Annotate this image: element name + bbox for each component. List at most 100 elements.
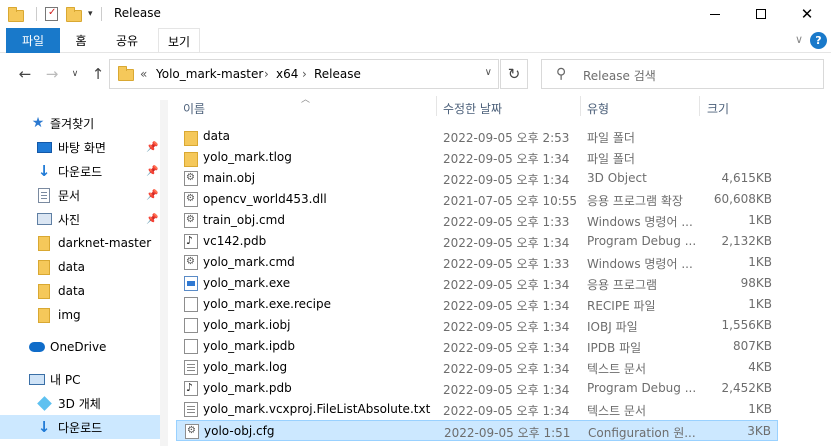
breadcrumb-separator[interactable]: ›: [302, 67, 307, 81]
properties-icon[interactable]: ✓: [45, 7, 58, 21]
file-row[interactable]: yolo_mark.tlog 2022-09-05 오후 1:34 파일 폴더: [176, 147, 778, 168]
file-type: Windows 명령어 ...: [587, 257, 693, 271]
sidebar-item-pictures[interactable]: 사진 📌: [0, 207, 168, 231]
file-name: vc142.pdb: [203, 234, 267, 248]
file-row[interactable]: yolo_mark.iobj 2022-09-05 오후 1:34 IOBJ 파일 1…: [176, 315, 778, 336]
sidebar-item-downloads[interactable]: ↓ 다운로드 📌: [0, 159, 168, 183]
help-button[interactable]: ?: [810, 32, 827, 49]
debug-file-icon: [184, 381, 198, 396]
sidebar-item-this-pc[interactable]: 내 PC: [0, 367, 168, 391]
sort-ascending-icon: ︿: [301, 95, 311, 105]
breadcrumb-item[interactable]: Release: [314, 67, 361, 81]
file-row[interactable]: yolo_mark.vcxproj.FileListAbsolute.txt 20…: [176, 399, 778, 420]
file-name: yolo-obj.cfg: [204, 424, 275, 438]
folder-icon: [184, 131, 198, 146]
file-type: IOBJ 파일: [587, 320, 638, 334]
file-size: 807KB: [732, 339, 772, 353]
maximize-button[interactable]: [738, 0, 784, 28]
sidebar-item-data[interactable]: data: [0, 255, 168, 279]
column-header-name[interactable]: 이름: [183, 100, 205, 116]
file-row[interactable]: main.obj 2022-09-05 오후 1:34 3D Object 4,615…: [176, 168, 778, 189]
folder-icon: [118, 66, 134, 81]
back-button[interactable]: ←: [14, 63, 36, 85]
close-button[interactable]: ✕: [784, 0, 830, 28]
sidebar-item-label: 다운로드: [58, 420, 103, 435]
sidebar-item-documents[interactable]: 문서 📌: [0, 183, 168, 207]
folder-icon: [8, 7, 24, 22]
search-input[interactable]: Release 검색: [583, 67, 656, 84]
tab-file[interactable]: 파일: [6, 28, 60, 53]
file-row[interactable]: opencv_world453.dll 2021-07-05 오후 10:55 응용…: [176, 189, 778, 210]
file-row[interactable]: yolo_mark.cmd 2022-09-05 오후 1:33 Windows 명…: [176, 252, 778, 273]
breadcrumb-item[interactable]: x64: [276, 67, 298, 81]
column-header-size[interactable]: 크기: [707, 100, 729, 116]
recent-locations-button[interactable]: ∨: [64, 63, 86, 85]
refresh-button[interactable]: ↻: [500, 59, 528, 89]
title-bar: ✓ ▾ Release ✕: [0, 0, 831, 28]
chevron-down-icon[interactable]: ∨: [485, 67, 492, 78]
file-name: main.obj: [203, 171, 256, 185]
file-row[interactable]: train_obj.cmd 2022-09-05 오후 1:33 Windows 명…: [176, 210, 778, 231]
address-bar[interactable]: « Yolo_mark-master › x64 › Release ∨: [109, 59, 499, 89]
sidebar-item-label: data: [58, 260, 86, 274]
column-divider[interactable]: [699, 96, 700, 116]
pin-icon[interactable]: 📌: [146, 190, 158, 201]
file-type: 텍스트 문서: [587, 362, 647, 376]
file-row[interactable]: vc142.pdb 2022-09-05 오후 1:34 Program Debug…: [176, 231, 778, 252]
file-name: yolo_mark.tlog: [203, 150, 292, 164]
folder-icon: [36, 283, 52, 299]
search-box[interactable]: ⚲ Release 검색: [541, 59, 824, 89]
sidebar-item-data[interactable]: data: [0, 279, 168, 303]
tab-home[interactable]: 홈: [66, 28, 96, 53]
separator: [100, 7, 102, 21]
ribbon-tabs: 파일 홈 공유 보기 ∨ ?: [0, 28, 831, 53]
column-divider[interactable]: [580, 96, 581, 116]
arrow-up-icon: ↑: [91, 65, 105, 83]
sidebar-item-quick-access[interactable]: ★ 즐겨찾기: [0, 111, 168, 135]
file-row[interactable]: yolo_mark.log 2022-09-05 오후 1:34 텍스트 문서 4KB: [176, 357, 778, 378]
sidebar-item-label: img: [58, 308, 81, 322]
column-header-type[interactable]: 유형: [587, 100, 609, 116]
sidebar-item-desktop[interactable]: 바탕 화면 📌: [0, 135, 168, 159]
ribbon-expand-icon[interactable]: ∨: [795, 33, 803, 46]
breadcrumb-item[interactable]: Yolo_mark-master: [156, 67, 263, 81]
file-row[interactable]: yolo_mark.pdb 2022-09-05 오후 1:34 Program D…: [176, 378, 778, 399]
pin-icon[interactable]: 📌: [146, 142, 158, 153]
customize-toolbar-icon[interactable]: ▾: [88, 9, 93, 19]
forward-button[interactable]: →: [41, 63, 63, 85]
sidebar-item-downloads[interactable]: ↓ 다운로드: [0, 415, 160, 439]
file-row[interactable]: yolo-obj.cfg 2022-09-05 오후 1:51 Configurat…: [176, 420, 778, 441]
breadcrumb-overflow[interactable]: «: [140, 67, 147, 81]
file-row[interactable]: yolo_mark.exe.recipe 2022-09-05 오후 1:34 RE…: [176, 294, 778, 315]
sidebar-item-3d-objects[interactable]: 3D 개체: [0, 391, 168, 415]
pin-icon[interactable]: 📌: [146, 214, 158, 225]
file-size: 98KB: [740, 276, 772, 290]
minimize-button[interactable]: [692, 0, 738, 28]
quick-access-toolbar: ✓ ▾: [8, 5, 102, 23]
up-button[interactable]: ↑: [87, 63, 109, 85]
file-name: yolo_mark.exe.recipe: [203, 297, 331, 311]
column-header-date[interactable]: 수정한 날짜: [443, 100, 502, 116]
file-name: train_obj.cmd: [203, 213, 285, 227]
pin-icon[interactable]: 📌: [146, 166, 158, 177]
column-divider[interactable]: [436, 96, 437, 116]
file-row[interactable]: yolo_mark.exe 2022-09-05 오후 1:34 응용 프로그램 98…: [176, 273, 778, 294]
file-date: 2022-09-05 오후 1:34: [443, 152, 570, 166]
file-row[interactable]: yolo_mark.ipdb 2022-09-05 오후 1:34 IPDB 파일 8…: [176, 336, 778, 357]
settings-file-icon: [184, 213, 198, 228]
sidebar-scrollbar[interactable]: [160, 100, 168, 446]
tab-share[interactable]: 공유: [106, 28, 148, 53]
sidebar-item-darknet-master[interactable]: darknet-master: [0, 231, 168, 255]
file-icon: [184, 318, 198, 333]
file-size: 1KB: [748, 402, 772, 416]
file-date: 2022-09-05 오후 1:34: [443, 404, 570, 418]
settings-file-icon: [184, 192, 198, 207]
breadcrumb-separator[interactable]: ›: [264, 67, 269, 81]
sidebar-item-img[interactable]: img: [0, 303, 168, 327]
file-row[interactable]: data 2022-09-05 오후 2:53 파일 폴더: [176, 126, 778, 147]
sidebar-item-label: OneDrive: [50, 340, 107, 354]
tab-view[interactable]: 보기: [158, 28, 200, 53]
new-folder-icon[interactable]: [66, 7, 82, 22]
sidebar-item-label: 3D 개체: [58, 396, 101, 411]
sidebar-item-onedrive[interactable]: OneDrive: [0, 335, 168, 359]
